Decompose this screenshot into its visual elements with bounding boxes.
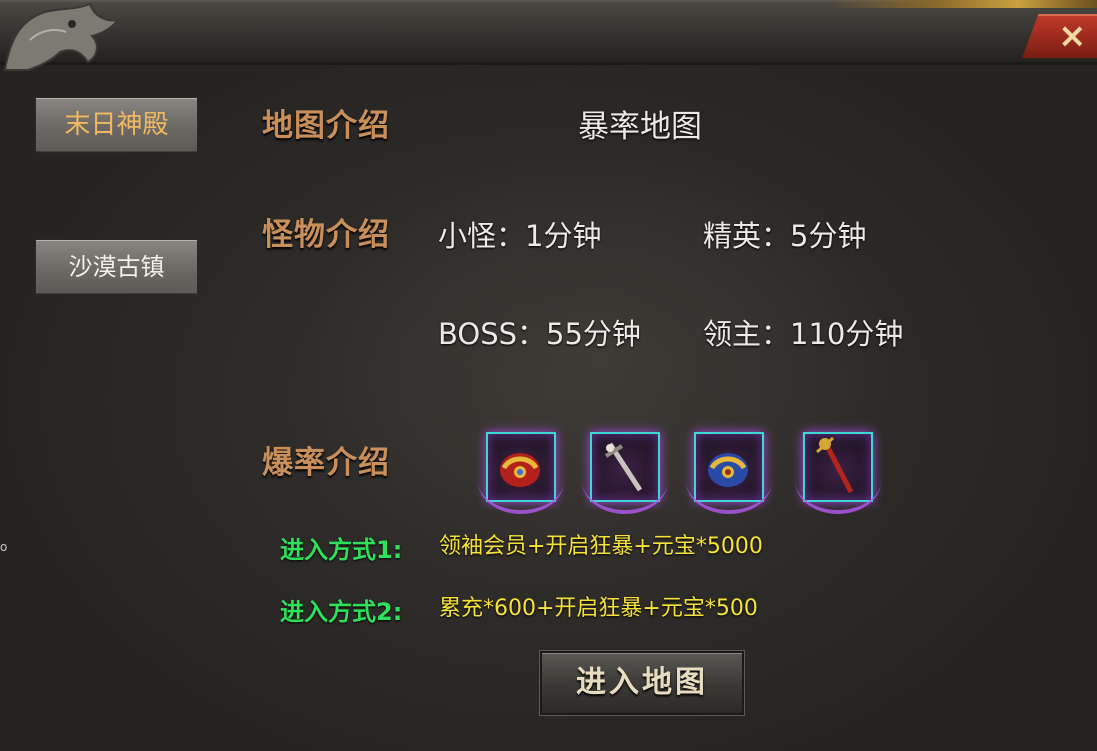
red-staff-icon — [816, 436, 854, 494]
enter-map-button[interactable]: 进入地图 — [540, 651, 744, 715]
map-intro-value: 暴率地图 — [578, 109, 702, 145]
entry-method-1-value: 领袖会员+开启狂暴+元宝*5000 — [439, 534, 763, 559]
dragon-ornament-icon — [3, 2, 120, 71]
close-icon: × — [1058, 16, 1087, 56]
monster-respawn-elite: 精英：5分钟 — [703, 219, 867, 253]
sidebar-item-label: 末日神殿 — [64, 110, 169, 140]
drop-item-slot[interactable] — [686, 432, 772, 514]
sidebar-item-label: 沙漠古镇 — [68, 253, 165, 281]
monster-respawn-minion: 小怪：1分钟 — [438, 219, 602, 253]
map-intro-label: 地图介绍 — [262, 108, 390, 144]
edge-mark: o — [0, 540, 8, 554]
title-bar-ornament — [830, 0, 1097, 8]
sidebar-item-doomsday-temple[interactable]: 末日神殿 — [35, 97, 198, 153]
title-bar — [0, 0, 1097, 65]
monster-respawn-boss: BOSS：55分钟 — [438, 317, 641, 351]
monster-respawn-lord: 领主：110分钟 — [703, 317, 904, 351]
drop-intro-label: 爆率介绍 — [262, 445, 390, 481]
enter-map-label: 进入地图 — [576, 665, 708, 700]
sidebar-item-desert-town[interactable]: 沙漠古镇 — [35, 239, 198, 295]
red-gold-armor-icon — [500, 453, 540, 487]
drop-item-slot[interactable] — [582, 432, 668, 514]
blue-gold-armor-icon — [708, 453, 748, 487]
silver-sword-icon — [604, 442, 643, 492]
drop-item-slot[interactable] — [478, 432, 564, 514]
entry-method-2-value: 累充*600+开启狂暴+元宝*500 — [439, 596, 758, 621]
entry-method-2-label: 进入方式2: — [280, 598, 403, 626]
entry-method-1-label: 进入方式1: — [280, 536, 403, 564]
monster-intro-label: 怪物介绍 — [262, 217, 390, 253]
drop-item-slot[interactable] — [795, 432, 881, 514]
